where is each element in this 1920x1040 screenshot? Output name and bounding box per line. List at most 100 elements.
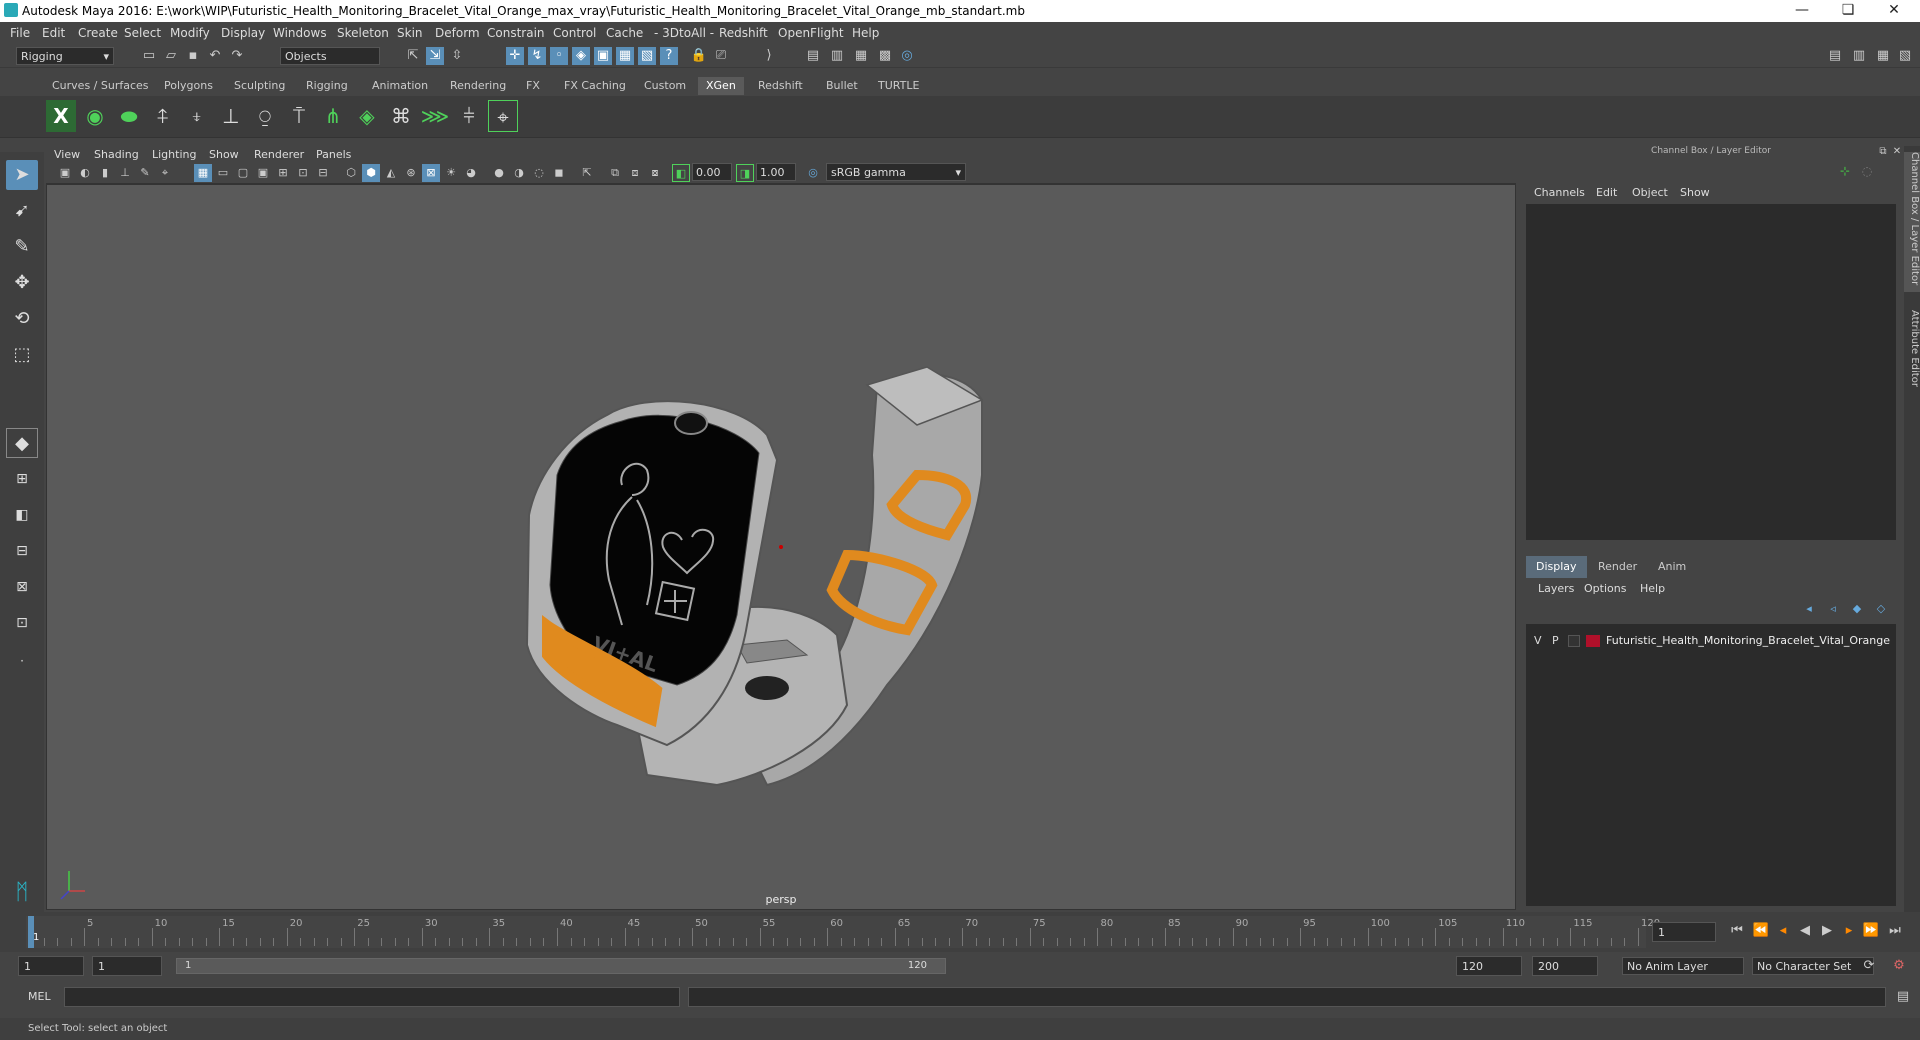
smooth-shade-icon[interactable]: ⬢ bbox=[362, 164, 380, 182]
undo-icon[interactable]: ↶ bbox=[206, 47, 224, 65]
xray-active-icon[interactable]: ⧈ bbox=[626, 164, 644, 182]
select-tool-icon[interactable]: ➤ bbox=[6, 160, 38, 190]
menu-control[interactable]: Control bbox=[553, 26, 596, 40]
layers-menu[interactable]: Layers bbox=[1538, 582, 1574, 595]
layer-row[interactable]: V P Futuristic_Health_Monitoring_Bracele… bbox=[1526, 632, 1896, 650]
menu-skeleton[interactable]: Skeleton bbox=[337, 26, 389, 40]
render-settings-icon[interactable]: ▩ bbox=[876, 47, 894, 65]
info-icon[interactable]: ◌ bbox=[1858, 162, 1876, 180]
safe-title-icon[interactable]: ⊟ bbox=[314, 164, 332, 182]
use-all-lights-icon[interactable]: ⊠ bbox=[422, 164, 440, 182]
rotate-tool-icon[interactable]: ⟲ bbox=[6, 304, 38, 334]
textured-icon[interactable]: ⊛ bbox=[402, 164, 420, 182]
end-time-field[interactable]: 200 bbox=[1532, 956, 1598, 976]
guide-lock-icon[interactable]: ⍑ bbox=[284, 100, 314, 132]
menu-file[interactable]: File bbox=[10, 26, 30, 40]
layer-tab-anim[interactable]: Anim bbox=[1648, 556, 1696, 578]
viewport-menu-shading[interactable]: Shading bbox=[94, 148, 139, 161]
exposure-field[interactable]: 0.00 bbox=[692, 163, 732, 181]
gamma-field[interactable]: 1.00 bbox=[756, 163, 796, 181]
four-pane-layout-icon[interactable]: ⊞ bbox=[6, 464, 38, 494]
two-pane-layout-icon[interactable]: ◧ bbox=[6, 500, 38, 530]
options-menu[interactable]: Options bbox=[1584, 582, 1626, 595]
wireframe-icon[interactable]: ⬡ bbox=[342, 164, 360, 182]
scale-tool-icon[interactable]: ⬚ bbox=[6, 340, 38, 370]
menu-set-dropdown[interactable]: Rigging ▾ bbox=[16, 47, 114, 65]
depth-of-field-icon[interactable]: ◼ bbox=[550, 164, 568, 182]
menu-skin[interactable]: Skin bbox=[397, 26, 423, 40]
ambient-occlusion-icon[interactable]: ● bbox=[490, 164, 508, 182]
shelf-tab-rendering[interactable]: Rendering bbox=[442, 77, 514, 95]
ipr-render-icon[interactable]: ▦ bbox=[852, 47, 870, 65]
step-back-key-icon[interactable]: ⏪ bbox=[1752, 922, 1770, 940]
menu-select[interactable]: Select bbox=[124, 26, 161, 40]
lasso-tool-icon[interactable]: ➹ bbox=[6, 196, 38, 226]
go-to-start-icon[interactable]: ⏮ bbox=[1728, 922, 1746, 940]
outliner-layout-icon[interactable]: ⊟ bbox=[6, 536, 38, 566]
time-slider-track[interactable]: 1 5 10 15 20 25 30 35 40 45 50 55 60 65 70 75 80 85 90 95 10… bbox=[26, 916, 1660, 948]
history-icon[interactable]: ⎚ bbox=[712, 47, 730, 65]
paint-select-icon[interactable]: ✎ bbox=[6, 232, 38, 262]
playback-end-field[interactable]: 120 bbox=[1456, 956, 1522, 976]
current-time-indicator[interactable] bbox=[28, 916, 34, 948]
image-plane-icon[interactable]: ⊥ bbox=[116, 164, 134, 182]
more-layouts-icon[interactable]: · bbox=[6, 646, 38, 676]
color-space-dropdown[interactable]: sRGB gamma ▾ bbox=[826, 163, 966, 181]
move-tool-icon[interactable]: ✥ bbox=[6, 268, 38, 298]
groom-select-icon[interactable]: ⌖ bbox=[488, 100, 518, 132]
new-layer-selected-icon[interactable]: ◇ bbox=[1872, 600, 1890, 618]
panel-layout-icon[interactable]: ▥ bbox=[1850, 47, 1868, 65]
motion-blur-icon[interactable]: ◑ bbox=[510, 164, 528, 182]
new-layer-icon[interactable]: ◆ bbox=[1848, 600, 1866, 618]
play-forwards-icon[interactable]: ▶ bbox=[1818, 922, 1836, 940]
command-input[interactable] bbox=[64, 987, 680, 1007]
render-frame-icon[interactable]: ▤ bbox=[804, 47, 822, 65]
snap-view-icon[interactable]: ◈ bbox=[572, 47, 590, 65]
play-backwards-icon[interactable]: ◀ bbox=[1796, 922, 1814, 940]
menu-redshift[interactable]: Redshift bbox=[719, 26, 768, 40]
snap-point-icon[interactable]: ◦ bbox=[550, 47, 568, 65]
viewport-menu-renderer[interactable]: Renderer bbox=[254, 148, 304, 161]
single-pane-layout-icon[interactable]: ◆ bbox=[6, 428, 38, 458]
symmetry-icon[interactable]: ? bbox=[660, 47, 678, 65]
script-editor-icon[interactable]: ▤ bbox=[1894, 988, 1912, 1006]
side-tab-channel-box[interactable]: Channel Box / Layer Editor bbox=[1904, 152, 1920, 292]
shelf-tab-sculpting[interactable]: Sculpting bbox=[226, 77, 293, 95]
playback-start-field[interactable]: 1 bbox=[92, 956, 162, 976]
hypershade-icon[interactable]: ◎ bbox=[898, 47, 916, 65]
select-hierarchy-icon[interactable]: ⇱ bbox=[404, 47, 422, 65]
layer-type-toggle[interactable] bbox=[1568, 635, 1580, 647]
layer-stack-icon[interactable]: ◈ bbox=[352, 100, 382, 132]
gamma-icon[interactable]: ◨ bbox=[736, 164, 754, 182]
field-chart-icon[interactable]: ⊞ bbox=[274, 164, 292, 182]
grease-pencil-icon[interactable]: ⌖ bbox=[156, 164, 174, 182]
shelf-tab-animation[interactable]: Animation bbox=[364, 77, 436, 95]
xgen-preview-icon[interactable]: ◉ bbox=[80, 100, 110, 132]
character-set-dropdown[interactable]: No Character Set bbox=[1752, 957, 1874, 975]
menu-deform[interactable]: Deform bbox=[435, 26, 480, 40]
auto-key-icon[interactable]: ⟳ bbox=[1860, 957, 1878, 975]
shelf-tab-polygons[interactable]: Polygons bbox=[156, 77, 221, 95]
menu-windows[interactable]: Windows bbox=[273, 26, 327, 40]
shelf-tab-bullet[interactable]: Bullet bbox=[818, 77, 866, 95]
help-menu[interactable]: Help bbox=[1640, 582, 1665, 595]
xgen-editor-icon[interactable]: X bbox=[46, 100, 76, 132]
show-menu[interactable]: Show bbox=[1680, 186, 1710, 199]
command-language-label[interactable]: MEL bbox=[28, 990, 51, 1003]
move-layer-down-icon[interactable]: ◃ bbox=[1824, 600, 1842, 618]
go-to-end-icon[interactable]: ⏭ bbox=[1886, 922, 1904, 940]
side-tab-attribute-editor[interactable]: Attribute Editor bbox=[1904, 310, 1920, 420]
new-scene-icon[interactable]: ▭ bbox=[140, 47, 158, 65]
2d-pan-zoom-icon[interactable]: ✎ bbox=[136, 164, 154, 182]
shelf-tab-fx-caching[interactable]: FX Caching bbox=[556, 77, 634, 95]
film-gate-icon[interactable]: ▭ bbox=[214, 164, 232, 182]
xray-joints-icon[interactable]: ⧉ bbox=[606, 164, 624, 182]
shadows-icon[interactable]: ☀ bbox=[442, 164, 460, 182]
grass-icon[interactable]: ⋔ bbox=[318, 100, 348, 132]
axis-icon[interactable]: ⊹ bbox=[1836, 162, 1854, 180]
menu-openflight[interactable]: OpenFlight bbox=[778, 26, 844, 40]
close-button[interactable]: ✕ bbox=[1872, 2, 1916, 18]
range-bar[interactable]: 1 120 bbox=[176, 958, 946, 974]
snap-distance-icon[interactable]: ▧ bbox=[638, 47, 656, 65]
camera-icon[interactable]: ▣ bbox=[56, 164, 74, 182]
